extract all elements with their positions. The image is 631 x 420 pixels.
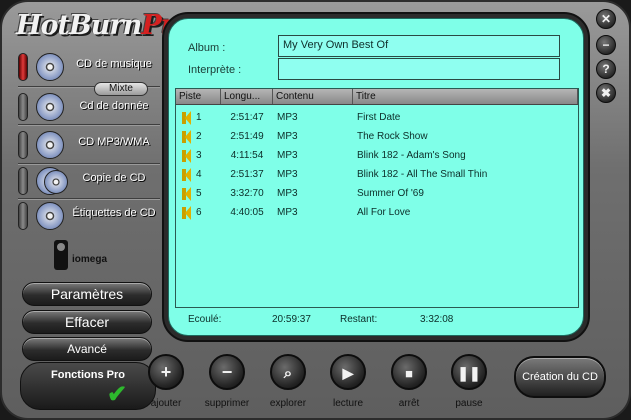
remove-button[interactable]: − <box>209 354 245 390</box>
sidebar-item-cd-mp3[interactable]: CD MP3/WMA <box>18 130 160 160</box>
table-row[interactable]: 2 2:51:49 MP3 The Rock Show <box>176 127 578 146</box>
active-indicator <box>18 53 28 81</box>
pause-icon: ❚❚ <box>457 365 481 381</box>
avance-button[interactable]: Avancé <box>22 337 152 361</box>
stop-label: arrêt <box>398 398 420 409</box>
sidebar-item-etiquettes[interactable]: Étiquettes de CD <box>18 201 160 231</box>
sidebar-item-label: CD MP3/WMA <box>78 136 150 148</box>
speaker-icon <box>182 148 191 163</box>
stop-button[interactable]: ■ <box>391 354 427 390</box>
data-cd-icon <box>36 93 64 121</box>
divider <box>18 198 160 200</box>
plus-icon: + <box>160 362 172 382</box>
label-cd-icon <box>36 202 64 230</box>
add-button[interactable]: + <box>148 354 184 390</box>
minimize-button[interactable]: − <box>596 35 616 55</box>
copy-cd-second-icon <box>44 170 68 194</box>
minus-icon: − <box>221 362 233 382</box>
divider <box>18 163 160 165</box>
music-cd-icon <box>36 53 64 81</box>
sidebar-item-copie-cd[interactable]: Copie de CD <box>18 166 160 196</box>
album-field[interactable]: My Very Own Best Of <box>278 35 560 57</box>
close-button[interactable]: ✕ <box>596 9 616 29</box>
interprete-field[interactable] <box>278 58 560 80</box>
col-piste[interactable]: Piste <box>176 89 221 104</box>
sidebar-item-cd-donnees[interactable]: Cd de donnée <box>18 92 160 122</box>
col-longueur[interactable]: Longu... <box>221 89 273 104</box>
play-button[interactable]: ▶ <box>330 354 366 390</box>
track-list[interactable]: Piste Longu... Contenu Titre 1 2:51:47 M… <box>175 88 579 308</box>
table-row[interactable]: 4 2:51:37 MP3 Blink 182 - All The Small … <box>176 165 578 184</box>
effacer-button[interactable]: Effacer <box>22 310 152 334</box>
table-row[interactable]: 6 4:40:05 MP3 All For Love <box>176 203 578 222</box>
pause-button[interactable]: ❚❚ <box>451 354 487 390</box>
parametres-button[interactable]: Paramètres <box>22 282 152 306</box>
help-button[interactable]: ? <box>596 59 616 79</box>
speaker-icon <box>182 110 191 125</box>
album-label: Album : <box>188 42 226 54</box>
indicator <box>18 93 28 121</box>
speaker-icon <box>182 129 191 144</box>
speaker-icon <box>182 186 191 201</box>
sidebar-item-label: Étiquettes de CD <box>72 207 156 219</box>
add-label: ajouter <box>150 398 182 409</box>
iomega-mark-icon <box>54 240 68 270</box>
col-titre[interactable]: Titre <box>353 89 578 104</box>
speaker-icon <box>182 167 191 182</box>
checkmark-icon: ✔ <box>107 381 128 408</box>
sidebar-item-label: Copie de CD <box>82 172 146 184</box>
track-list-header: Piste Longu... Contenu Titre <box>176 89 578 105</box>
col-contenu[interactable]: Contenu <box>273 89 353 104</box>
app-window: HotBurnPro CD de musique Mixte Cd de don… <box>0 0 631 420</box>
tools-button[interactable]: ✖ <box>596 83 616 103</box>
play-label: lecture <box>332 398 363 409</box>
table-row[interactable]: 1 2:51:47 MP3 First Date <box>176 108 578 127</box>
iomega-logo: iomega <box>54 240 134 272</box>
app-logo: HotBurnPro <box>16 10 192 41</box>
indicator <box>18 167 28 195</box>
indicator <box>18 131 28 159</box>
restant-label: Restant: <box>340 314 378 325</box>
remove-label: supprimer <box>204 398 250 409</box>
sidebar-item-cd-musique[interactable]: CD de musique <box>18 52 160 82</box>
pause-label: pause <box>455 398 483 409</box>
sidebar-item-label: CD de musique <box>76 58 152 70</box>
table-row[interactable]: 5 3:32:70 MP3 Summer Of '69 <box>176 184 578 203</box>
stop-icon: ■ <box>405 366 413 381</box>
table-row[interactable]: 3 4:11:54 MP3 Blink 182 - Adam's Song <box>176 146 578 165</box>
create-cd-button[interactable]: Création du CD <box>514 356 606 398</box>
ecoule-value: 20:59:37 <box>272 314 311 325</box>
divider <box>18 124 160 126</box>
play-icon: ▶ <box>342 365 354 381</box>
explore-button[interactable]: ⌕ <box>270 354 306 390</box>
explore-label: explorer <box>269 398 307 409</box>
speaker-icon <box>182 205 191 220</box>
indicator <box>18 202 28 230</box>
restant-value: 3:32:08 <box>420 314 454 325</box>
ecoule-label: Ecoulé: <box>188 314 222 325</box>
mp3-cd-icon <box>36 131 64 159</box>
interprete-label: Interprète : <box>188 64 242 76</box>
sidebar-item-label: Cd de donnée <box>79 100 149 112</box>
magnifier-icon: ⌕ <box>283 365 293 382</box>
